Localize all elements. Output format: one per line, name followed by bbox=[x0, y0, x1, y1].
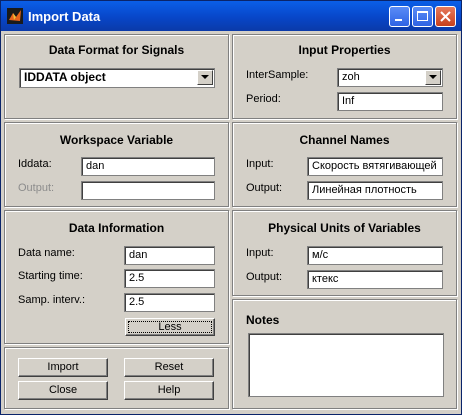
starting-time-label: Starting time: bbox=[18, 270, 83, 282]
output-var-field[interactable] bbox=[81, 181, 215, 200]
iddata-field[interactable]: dan bbox=[81, 157, 215, 176]
physical-units-title: Physical Units of Variables bbox=[268, 221, 421, 235]
maximize-button[interactable] bbox=[412, 6, 433, 27]
unit-output-field[interactable]: ктекс bbox=[307, 270, 443, 289]
title-bar[interactable]: Import Data bbox=[1, 1, 461, 31]
matlab-logo-icon bbox=[7, 8, 23, 24]
intersample-value: zoh bbox=[342, 71, 360, 83]
channel-output-field[interactable]: Линейная плотность bbox=[307, 181, 443, 200]
actions-panel: Import Reset Close Help bbox=[4, 347, 229, 409]
less-button[interactable]: Less bbox=[125, 318, 215, 336]
samp-interv-field[interactable]: 2.5 bbox=[124, 293, 215, 312]
period-label: Period: bbox=[246, 93, 281, 105]
channel-names-panel: Channel Names Input: Скорость вятягивающ… bbox=[232, 122, 457, 207]
reset-button[interactable]: Reset bbox=[124, 358, 214, 377]
input-properties-panel: Input Properties InterSample: zoh Period… bbox=[232, 34, 457, 119]
data-format-title: Data Format for Signals bbox=[48, 43, 185, 57]
channel-input-label: Input: bbox=[246, 158, 274, 170]
data-information-panel: Data Information Data name: dan Starting… bbox=[4, 210, 229, 344]
input-properties-title: Input Properties bbox=[298, 43, 391, 57]
iddata-label: Iddata: bbox=[18, 158, 52, 170]
unit-input-label: Input: bbox=[246, 247, 274, 259]
notes-title: Notes bbox=[246, 313, 280, 327]
channel-output-label: Output: bbox=[246, 182, 283, 194]
samp-interv-label: Samp. interv.: bbox=[18, 294, 86, 306]
intersample-label: InterSample: bbox=[246, 69, 309, 81]
window-title: Import Data bbox=[28, 9, 101, 24]
data-format-selected: IDDATA object bbox=[24, 70, 106, 84]
starting-time-field[interactable]: 2.5 bbox=[124, 269, 215, 288]
notes-panel: Notes bbox=[232, 299, 457, 409]
channel-names-title: Channel Names bbox=[299, 133, 390, 147]
import-button[interactable]: Import bbox=[18, 358, 108, 377]
data-format-panel: Data Format for Signals IDDATA object bbox=[4, 34, 229, 119]
notes-textarea[interactable] bbox=[248, 333, 444, 397]
data-name-label: Data name: bbox=[18, 247, 75, 259]
dropdown-arrow-icon[interactable] bbox=[425, 70, 441, 85]
data-format-select[interactable]: IDDATA object bbox=[19, 68, 215, 88]
data-information-title: Data Information bbox=[68, 221, 165, 235]
dropdown-arrow-icon[interactable] bbox=[197, 70, 213, 85]
period-field[interactable]: Inf bbox=[337, 92, 443, 111]
workspace-variable-title: Workspace Variable bbox=[59, 133, 174, 147]
channel-input-field[interactable]: Скорость вятягивающей bbox=[307, 157, 443, 176]
physical-units-panel: Physical Units of Variables Input: м/с O… bbox=[232, 210, 457, 296]
import-data-window: Import Data Data Format for Signals IDDA… bbox=[0, 0, 462, 415]
help-button[interactable]: Help bbox=[124, 381, 214, 400]
close-button[interactable]: Close bbox=[18, 381, 108, 400]
output-var-label: Output: bbox=[18, 182, 55, 194]
unit-output-label: Output: bbox=[246, 271, 283, 283]
data-name-field[interactable]: dan bbox=[124, 246, 215, 265]
minimize-button[interactable] bbox=[389, 6, 410, 27]
workspace-variable-panel: Workspace Variable Iddata: dan Output: bbox=[4, 122, 229, 207]
close-window-button[interactable] bbox=[435, 6, 456, 27]
intersample-select[interactable]: zoh bbox=[337, 68, 443, 87]
unit-input-field[interactable]: м/с bbox=[307, 246, 443, 265]
